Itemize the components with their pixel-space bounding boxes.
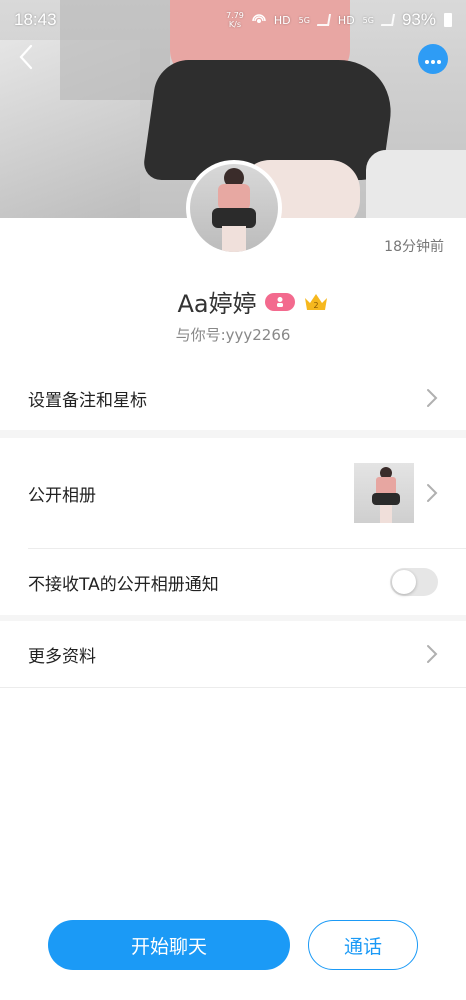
avatar[interactable]: [186, 160, 282, 256]
signal-icon-2: [380, 14, 396, 26]
more-options-button[interactable]: [418, 44, 448, 74]
profile-name-row: Aa婷婷 2: [0, 284, 466, 319]
back-button[interactable]: [14, 44, 38, 74]
more-info-label: 更多资料: [28, 646, 96, 667]
album-label: 公开相册: [28, 485, 96, 506]
chevron-right-icon: [426, 388, 438, 408]
more-dots-icon: [424, 50, 442, 69]
chevron-left-icon: [18, 44, 34, 74]
section-divider: [0, 430, 466, 438]
more-info-row[interactable]: 更多资料: [0, 621, 466, 687]
last-active-time: 18分钟前: [384, 239, 444, 255]
remark-label: 设置备注和星标: [28, 390, 147, 411]
album-notify-toggle[interactable]: [390, 568, 438, 596]
avatar-image: [190, 164, 278, 252]
hd-label-1: HD: [273, 13, 291, 27]
row-separator: [0, 687, 466, 688]
public-album-row[interactable]: 公开相册: [0, 438, 466, 548]
signal-icon-1: [316, 14, 331, 26]
chevron-right-icon: [426, 644, 438, 664]
crown-level: 2: [313, 301, 318, 310]
status-bar: 18:43 7.79 K/s HD 5G HD 5G 93%: [0, 0, 466, 40]
net-speed-unit: K/s: [228, 20, 242, 29]
album-notify-row: 不接收TA的公开相册通知: [0, 549, 466, 615]
remark-and-star-row[interactable]: 设置备注和星标: [0, 366, 466, 430]
album-notify-label: 不接收TA的公开相册通知: [28, 574, 219, 595]
battery-icon: [444, 13, 452, 27]
toggle-knob: [392, 570, 416, 594]
net-speed-value: 7.79: [226, 11, 244, 20]
album-thumbnail[interactable]: [354, 463, 414, 523]
crown-icon[interactable]: 2: [303, 292, 329, 312]
chevron-right-icon: [426, 483, 438, 503]
network-label-1: 5G: [298, 15, 310, 25]
net-speed: 7.79 K/s: [226, 11, 244, 29]
call-button[interactable]: 通话: [308, 920, 418, 970]
account-id: 与你号:yyy2266: [175, 326, 291, 344]
network-label-2: 5G: [362, 15, 374, 25]
status-time: 18:43: [14, 10, 57, 29]
member-badge-icon[interactable]: [264, 292, 295, 311]
profile-name: Aa婷婷: [177, 290, 257, 318]
start-chat-button[interactable]: 开始聊天: [48, 920, 290, 970]
status-icons: 7.79 K/s HD 5G HD 5G 93%: [226, 10, 452, 30]
hotspot-icon: [252, 12, 266, 29]
battery-percent: 93%: [401, 10, 436, 29]
bottom-action-bar: 开始聊天 通话: [0, 920, 466, 970]
hd-label-2: HD: [337, 13, 355, 27]
